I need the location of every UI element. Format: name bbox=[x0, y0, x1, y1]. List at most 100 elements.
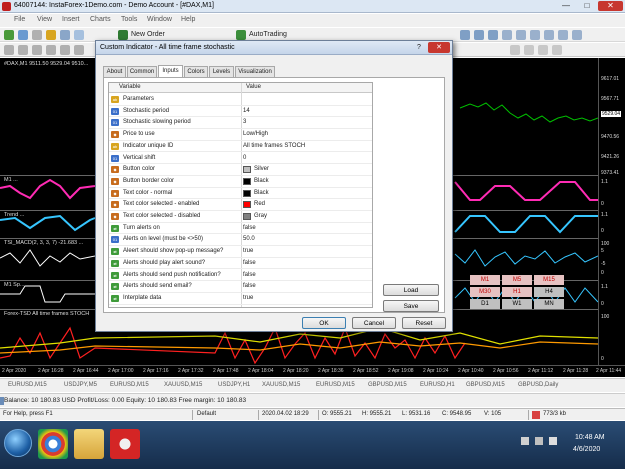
tf-button-m15[interactable]: M15 bbox=[534, 275, 564, 285]
chart-tab[interactable]: EURUSD,M15 bbox=[8, 382, 47, 388]
autotrading-button[interactable]: AutoTrading bbox=[249, 31, 287, 38]
parameter-row[interactable]: 01 Alerts on level (must be <>50) 50.0 bbox=[109, 234, 372, 247]
horizontal-line-icon[interactable] bbox=[46, 45, 56, 55]
connection-icon[interactable] bbox=[532, 411, 540, 419]
parameter-row[interactable]: ◆ Text color selected - enabled Red bbox=[109, 199, 372, 211]
channel-icon[interactable] bbox=[74, 45, 84, 55]
parameter-row[interactable]: ⇄ Alerts should send push notification? fa… bbox=[109, 270, 372, 282]
tf-button-m30[interactable]: M30 bbox=[470, 287, 500, 297]
metatrader-icon[interactable] bbox=[110, 429, 140, 459]
menu-charts[interactable]: Charts bbox=[90, 16, 111, 23]
chart-tab[interactable]: EURUSD,M15 bbox=[316, 382, 355, 388]
time-axis[interactable]: 2 Apr 2020 2 Apr 16:28 2 Apr 16:44 2 Apr… bbox=[0, 365, 625, 377]
tf-button-h1[interactable]: H1 bbox=[502, 287, 532, 297]
new-order-icon[interactable] bbox=[118, 30, 128, 40]
save-button[interactable]: Save bbox=[383, 300, 439, 312]
color-swatch[interactable] bbox=[243, 213, 251, 220]
tester-icon[interactable] bbox=[74, 30, 84, 40]
color-swatch[interactable] bbox=[243, 201, 251, 209]
menu-file[interactable]: File bbox=[14, 16, 25, 23]
param-value[interactable]: 14 bbox=[243, 108, 250, 114]
clock-date[interactable]: 4/6/2020 bbox=[573, 446, 600, 453]
minimize-button[interactable]: — bbox=[556, 1, 576, 11]
color-swatch[interactable] bbox=[243, 189, 251, 197]
chart-tab[interactable]: XAUUSD,M15 bbox=[262, 382, 300, 388]
parameter-row[interactable]: 01 Vertical shift 0 bbox=[109, 153, 372, 165]
parameter-row[interactable]: ⇄ Interplate data true bbox=[109, 293, 372, 305]
param-value[interactable]: Red bbox=[254, 201, 265, 207]
file-explorer-icon[interactable] bbox=[74, 429, 104, 459]
new-chart-icon[interactable] bbox=[4, 30, 14, 40]
menu-help[interactable]: Help bbox=[181, 16, 195, 23]
param-value[interactable]: 3 bbox=[243, 119, 246, 125]
chart-tab[interactable]: USDJPY,H1 bbox=[218, 382, 250, 388]
market-watch-icon[interactable] bbox=[32, 30, 42, 40]
param-value[interactable]: Low/High bbox=[243, 131, 268, 137]
param-value[interactable]: All time frames STOCH bbox=[243, 143, 305, 149]
param-value[interactable]: false bbox=[243, 272, 256, 278]
color-swatch[interactable] bbox=[243, 166, 251, 174]
load-button[interactable]: Load bbox=[383, 284, 439, 296]
param-value[interactable]: Black bbox=[254, 178, 269, 184]
parameter-row[interactable]: ⇄ Aleert should show pop-up message? true bbox=[109, 246, 372, 258]
parameter-row[interactable]: ab Parameters bbox=[109, 94, 372, 106]
parameter-row[interactable]: ◆ Text color selected - disabled Gray bbox=[109, 211, 372, 223]
parameter-row[interactable]: ⇄ Turn alerts on false bbox=[109, 223, 372, 235]
dialog-titlebar[interactable]: Custom Indicator - All time frame stocha… bbox=[96, 41, 452, 55]
clock-time[interactable]: 10:48 AM bbox=[575, 434, 605, 441]
chart-tab[interactable]: XAUUSD,M15 bbox=[164, 382, 202, 388]
parameter-row[interactable]: ◆ Button color Silver bbox=[109, 164, 372, 176]
autoscroll-icon[interactable] bbox=[544, 30, 554, 40]
param-value[interactable]: true bbox=[243, 248, 253, 254]
tile-windows-icon[interactable] bbox=[530, 30, 540, 40]
color-swatch[interactable] bbox=[243, 177, 251, 185]
menu-insert[interactable]: Insert bbox=[62, 16, 80, 23]
parameter-row[interactable]: ◆ Price to use Low/High bbox=[109, 129, 372, 141]
volume-icon[interactable] bbox=[549, 437, 557, 445]
autotrading-icon[interactable] bbox=[236, 30, 246, 40]
chart-tab[interactable]: EURUSD,H1 bbox=[420, 382, 455, 388]
period-h1-icon[interactable] bbox=[552, 45, 562, 55]
param-value[interactable]: false bbox=[243, 225, 256, 231]
network-icon[interactable] bbox=[535, 437, 543, 445]
param-value[interactable]: true bbox=[243, 295, 253, 301]
tf-button-m5[interactable]: M5 bbox=[502, 275, 532, 285]
bar-chart-icon[interactable] bbox=[460, 30, 470, 40]
price-scale[interactable]: 9617.01 9567.71 9529.04 9470.56 9421.26 … bbox=[598, 58, 625, 365]
crosshair-icon[interactable] bbox=[18, 45, 28, 55]
param-value[interactable]: 0 bbox=[243, 155, 246, 161]
period-m1-icon[interactable] bbox=[510, 45, 520, 55]
parameter-row[interactable]: 01 Stochastic period 14 bbox=[109, 106, 372, 118]
chart-tab[interactable]: GBPUSD,M15 bbox=[466, 382, 505, 388]
new-order-button[interactable]: New Order bbox=[131, 31, 165, 38]
tab-about[interactable]: About bbox=[103, 66, 126, 77]
trendline-icon[interactable] bbox=[60, 45, 70, 55]
parameter-row[interactable]: 01 Stochastic slowing period 3 bbox=[109, 117, 372, 130]
vertical-line-icon[interactable] bbox=[32, 45, 42, 55]
menu-view[interactable]: View bbox=[37, 16, 52, 23]
tab-levels[interactable]: Levels bbox=[209, 66, 234, 77]
dialog-help-button[interactable]: ? bbox=[412, 43, 426, 53]
menu-tools[interactable]: Tools bbox=[121, 16, 137, 23]
parameter-row[interactable]: ⇄ Alerts should send email? false bbox=[109, 281, 372, 293]
profiles-icon[interactable] bbox=[18, 30, 28, 40]
cursor-icon[interactable] bbox=[4, 45, 14, 55]
chart-shift-icon[interactable] bbox=[558, 30, 568, 40]
chart-tab[interactable]: EURUSD,M15 bbox=[110, 382, 149, 388]
param-value[interactable]: 50.0 bbox=[243, 236, 255, 242]
tf-button-m1[interactable]: M1 bbox=[470, 275, 500, 285]
tab-colors[interactable]: Colors bbox=[184, 66, 208, 77]
parameters-table[interactable]: Variable Value ab Parameters 01 Stochastic … bbox=[108, 82, 373, 308]
tf-button-h4[interactable]: H4 bbox=[534, 287, 564, 297]
chrome-icon[interactable] bbox=[38, 429, 68, 459]
parameter-row[interactable]: ab Indicator unique ID All time frames STO… bbox=[109, 141, 372, 153]
navigator-icon[interactable] bbox=[46, 30, 56, 40]
tf-button-mn[interactable]: MN bbox=[534, 299, 564, 309]
param-value[interactable]: Black bbox=[254, 190, 269, 196]
param-value[interactable]: Gray bbox=[254, 213, 267, 219]
close-window-button[interactable]: ✕ bbox=[598, 1, 623, 11]
line-chart-icon[interactable] bbox=[488, 30, 498, 40]
indicators-icon[interactable] bbox=[572, 30, 582, 40]
parameter-row[interactable]: ◆ Text color - normal Black bbox=[109, 188, 372, 200]
param-value[interactable]: false bbox=[243, 260, 256, 266]
